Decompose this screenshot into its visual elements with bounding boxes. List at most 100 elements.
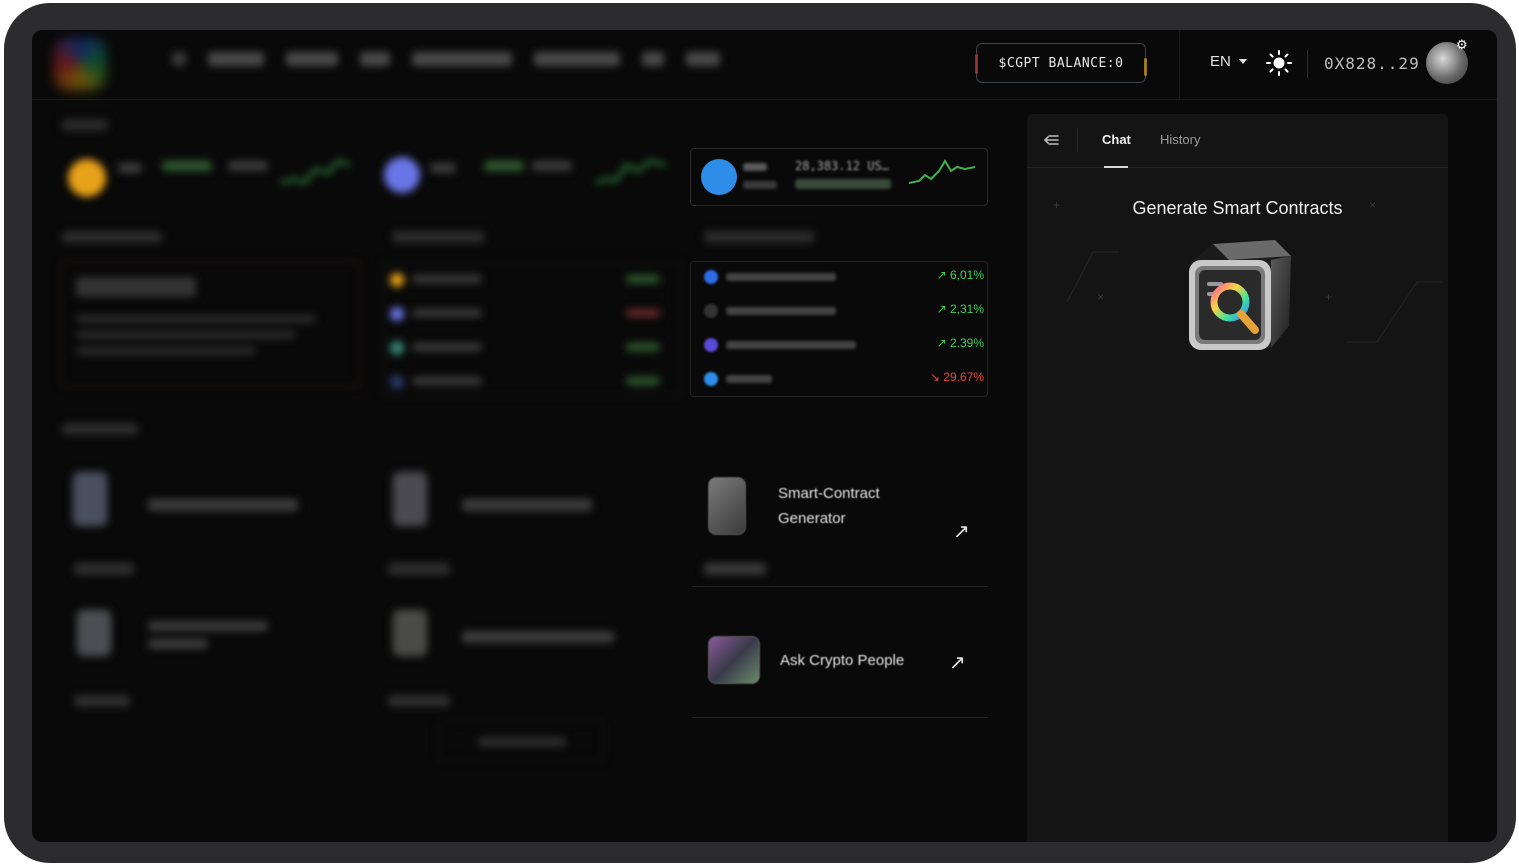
ticker-text [118, 163, 142, 173]
chat-panel: Chat History Generate Smart Contracts + … [1027, 114, 1448, 842]
list-text [626, 309, 660, 317]
nav-link[interactable] [286, 52, 338, 66]
promo-text [76, 331, 296, 339]
section-heading [62, 119, 108, 131]
token-name [726, 307, 836, 315]
tab-history[interactable]: History [1160, 132, 1200, 147]
coin-icon [390, 341, 404, 355]
coin-icon [704, 372, 718, 386]
tool-image [392, 609, 428, 657]
app-logo[interactable] [54, 38, 106, 90]
arrow-up-right-icon[interactable]: ↗ [949, 650, 966, 675]
token-row[interactable]: ↘ 29.67% [704, 370, 984, 388]
collapse-panel-icon[interactable] [1041, 130, 1061, 150]
tool-name [148, 499, 298, 511]
sparkline [280, 159, 350, 185]
wallet-address[interactable]: 0X828..29 [1324, 54, 1420, 73]
token-change: ↘ 29.67% [929, 370, 984, 384]
nav-link[interactable] [534, 52, 620, 66]
tab-chat[interactable]: Chat [1102, 132, 1131, 147]
tool-tag [704, 563, 766, 575]
main-nav [172, 52, 720, 66]
token-name [726, 341, 856, 349]
ticker-symbol [743, 163, 767, 171]
active-tab-indicator [1104, 166, 1128, 168]
tool-tag [74, 563, 134, 575]
tool-tag [388, 563, 450, 575]
sparkline [596, 159, 666, 185]
token-change-value: 2.39% [949, 336, 984, 350]
section-heading [62, 423, 138, 435]
nav-link[interactable] [642, 52, 664, 66]
x-decoration-icon: × [1369, 198, 1377, 212]
panel-title: Generate Smart Contracts [1132, 198, 1343, 218]
list-text [412, 377, 482, 385]
tool-name [462, 499, 592, 511]
token-name [726, 375, 772, 383]
top-bar: $CGPT BALANCE:0 EN 0X828..29 ⚙ [32, 30, 1497, 100]
coin-icon [701, 159, 737, 195]
ticker-price: 28,383.12 US… [795, 159, 889, 173]
nav-icon[interactable] [172, 52, 186, 66]
ticker-name [743, 181, 777, 189]
chevron-down-icon [1238, 59, 1247, 64]
tool-name [148, 621, 268, 631]
section-heading [392, 231, 484, 243]
coin-icon [704, 270, 718, 284]
ticker-text [532, 161, 572, 171]
header-divider [1077, 128, 1078, 152]
dashboard: 28,383.12 US… ↗ 6,01% ↗ 2,31% ↗ 2.39% ↘ … [32, 101, 1027, 842]
ticker-text [430, 163, 456, 173]
list-text [412, 275, 482, 283]
search-cube-icon [1189, 240, 1291, 350]
tool-name: Smart-Contract Generator [778, 485, 880, 527]
token-change: ↗ 2,31% [936, 302, 984, 316]
arrow-up-right-icon[interactable]: ↗ [953, 519, 970, 544]
ticker-text [484, 161, 524, 171]
tool-name: Ask Crypto People [780, 651, 905, 669]
tool-divider [692, 586, 988, 587]
token-row[interactable]: ↗ 6,01% [704, 268, 984, 286]
list-text [626, 377, 660, 385]
gear-icon[interactable]: ⚙ [1456, 38, 1470, 52]
list-text [626, 275, 660, 283]
view-more-text [478, 737, 566, 747]
ticker-text [162, 161, 212, 171]
tool-card-smart-contract[interactable]: Smart-Contract Generator [708, 477, 908, 535]
balance-label: $CGPT BALANCE:0 [998, 55, 1124, 71]
sun-icon[interactable] [1265, 49, 1293, 77]
list-text [626, 343, 660, 351]
token-change: ↗ 6,01% [936, 268, 984, 282]
nav-link[interactable] [412, 52, 512, 66]
ticker-text [228, 161, 268, 171]
token-row[interactable]: ↗ 2,31% [704, 302, 984, 320]
token-name [726, 273, 836, 281]
tool-card-ask-crypto[interactable]: Ask Crypto People [708, 636, 904, 684]
featured-ticker-card[interactable]: 28,383.12 US… [690, 148, 988, 206]
tool-name [148, 639, 208, 649]
token-change-value: 2,31% [949, 302, 984, 316]
token-change-value: 6,01% [949, 268, 984, 282]
coin-icon [704, 304, 718, 318]
nav-link[interactable] [686, 52, 720, 66]
tool-image [708, 477, 746, 535]
topbar-divider [1179, 30, 1180, 100]
language-selector[interactable]: EN [1210, 53, 1247, 70]
tool-tag [388, 695, 450, 707]
balance-button[interactable]: $CGPT BALANCE:0 [975, 43, 1147, 83]
nav-link[interactable] [360, 52, 390, 66]
nav-link[interactable] [208, 52, 264, 66]
plus-decoration-icon: + [1053, 198, 1061, 212]
coin-icon [704, 338, 718, 352]
tool-image [76, 609, 112, 657]
token-row[interactable]: ↗ 2.39% [704, 336, 984, 354]
tool-name [462, 631, 614, 643]
coin-icon [390, 307, 404, 321]
list-text [412, 309, 482, 317]
list-text [412, 343, 482, 351]
device-frame: $CGPT BALANCE:0 EN 0X828..29 ⚙ 28,383.12… [4, 3, 1516, 863]
tool-divider [692, 717, 988, 718]
tool-image [708, 636, 760, 684]
token-change-value: 29.67% [943, 370, 984, 384]
language-label: EN [1210, 53, 1231, 70]
